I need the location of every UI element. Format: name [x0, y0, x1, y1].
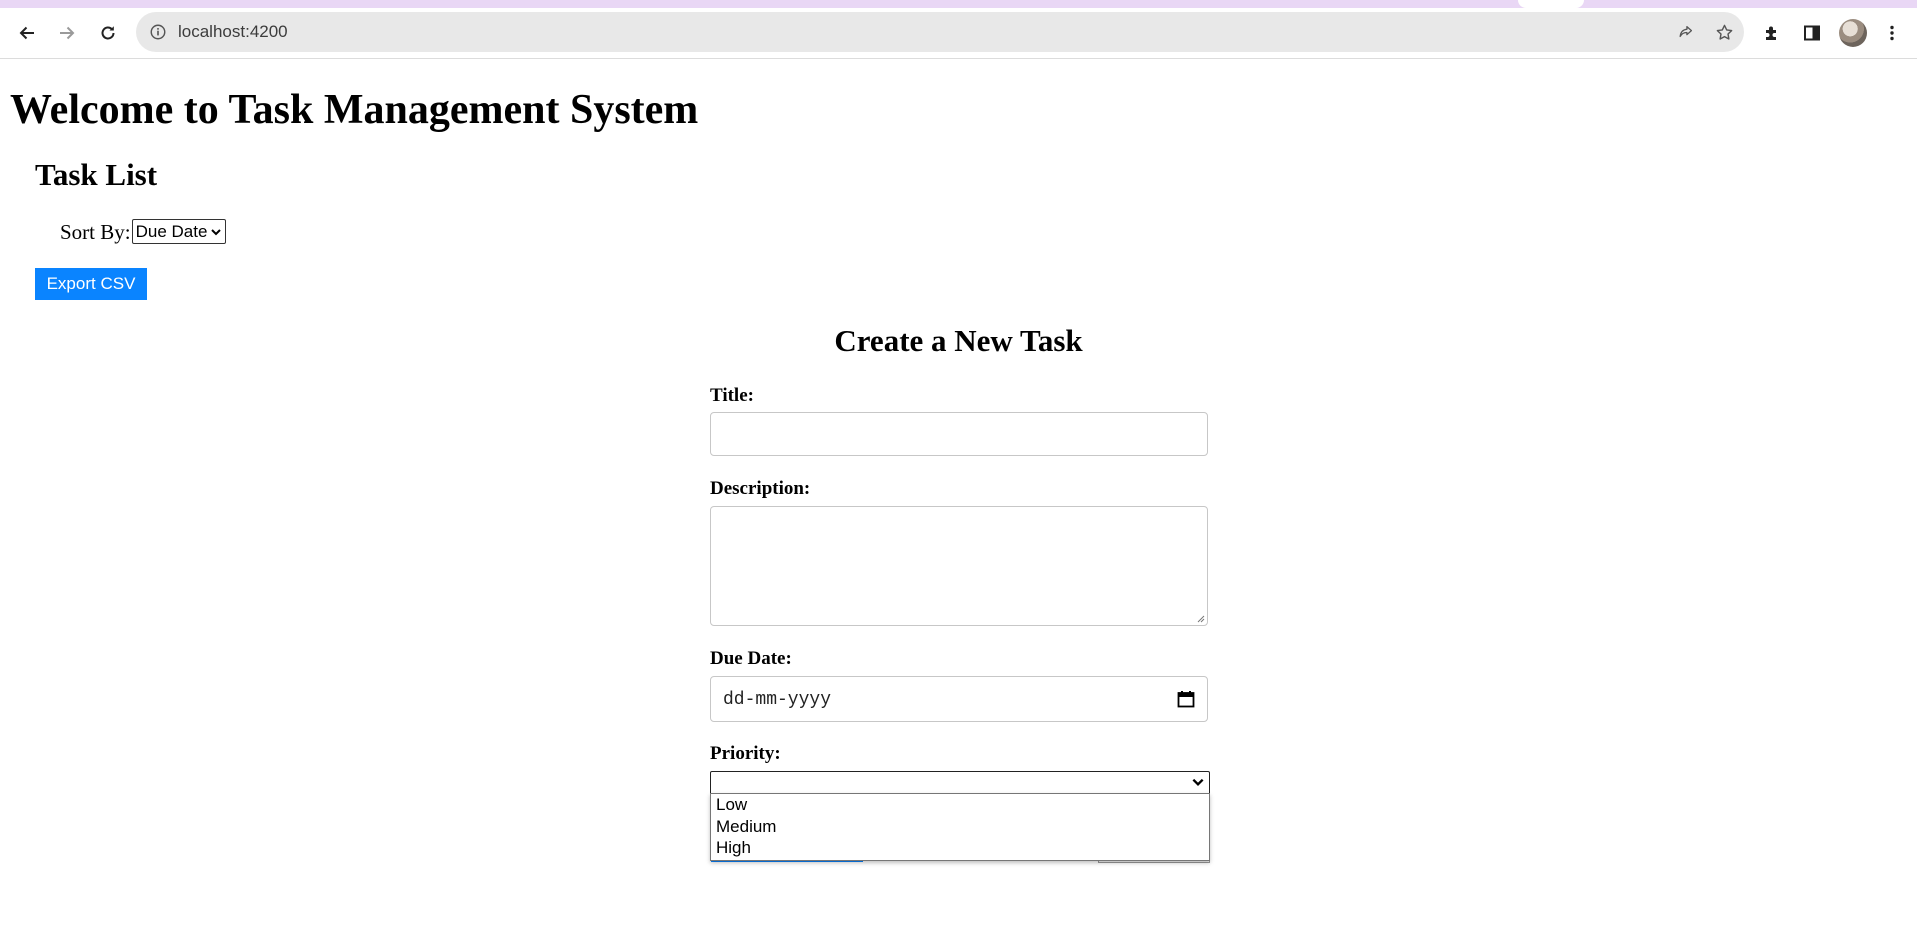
priority-label: Priority: [710, 743, 781, 764]
priority-option-low[interactable]: Low [711, 794, 1209, 816]
avatar[interactable] [1839, 19, 1867, 47]
due-date-label: Due Date: [710, 648, 792, 669]
page-title: Welcome to Task Management System [10, 87, 699, 133]
title-label: Title: [710, 385, 754, 406]
priority-option-medium[interactable]: Medium [711, 816, 1209, 838]
due-date-input[interactable]: dd-mm-yyyy [710, 676, 1208, 722]
resize-grip-icon[interactable] [1195, 613, 1205, 623]
calendar-icon[interactable] [1177, 690, 1195, 708]
browser-toolbar: localhost:4200 [0, 8, 1917, 59]
kebab-menu-icon[interactable] [1876, 17, 1908, 49]
info-icon[interactable] [148, 22, 168, 42]
sort-select[interactable]: Due Date [131, 219, 227, 244]
sort-select-value: Due Date [135, 221, 208, 241]
priority-select[interactable] [710, 771, 1210, 795]
export-csv-button[interactable]: Export CSV [35, 268, 147, 300]
url-text[interactable]: localhost:4200 [178, 22, 288, 42]
side-panel-icon[interactable] [1796, 17, 1828, 49]
form-heading: Create a New Task [834, 323, 1083, 358]
description-textarea[interactable] [710, 506, 1208, 626]
sort-row: Sort By: Due Date [60, 219, 227, 244]
priority-dropdown-list: Low Medium High [710, 793, 1210, 861]
priority-option-high[interactable]: High [711, 837, 1209, 859]
puzzle-icon[interactable] [1756, 17, 1788, 49]
description-label: Description: [710, 478, 811, 499]
share-icon[interactable] [1674, 20, 1698, 44]
sort-label: Sort By: [60, 219, 131, 244]
page-content: Welcome to Task Management System Task L… [0, 59, 1917, 932]
star-icon[interactable] [1712, 20, 1736, 44]
forward-arrow-icon[interactable] [51, 17, 83, 49]
address-bar[interactable]: localhost:4200 [136, 12, 1744, 52]
tab-strip [0, 0, 1917, 8]
task-list-heading: Task List [35, 157, 158, 192]
active-tab[interactable] [1518, 0, 1584, 8]
title-input[interactable] [710, 412, 1208, 456]
back-arrow-icon[interactable] [11, 17, 43, 49]
chevron-down-icon [1191, 775, 1205, 789]
reload-icon[interactable] [92, 17, 124, 49]
due-date-placeholder: dd-mm-yyyy [723, 690, 832, 710]
chevron-down-icon [210, 226, 222, 238]
